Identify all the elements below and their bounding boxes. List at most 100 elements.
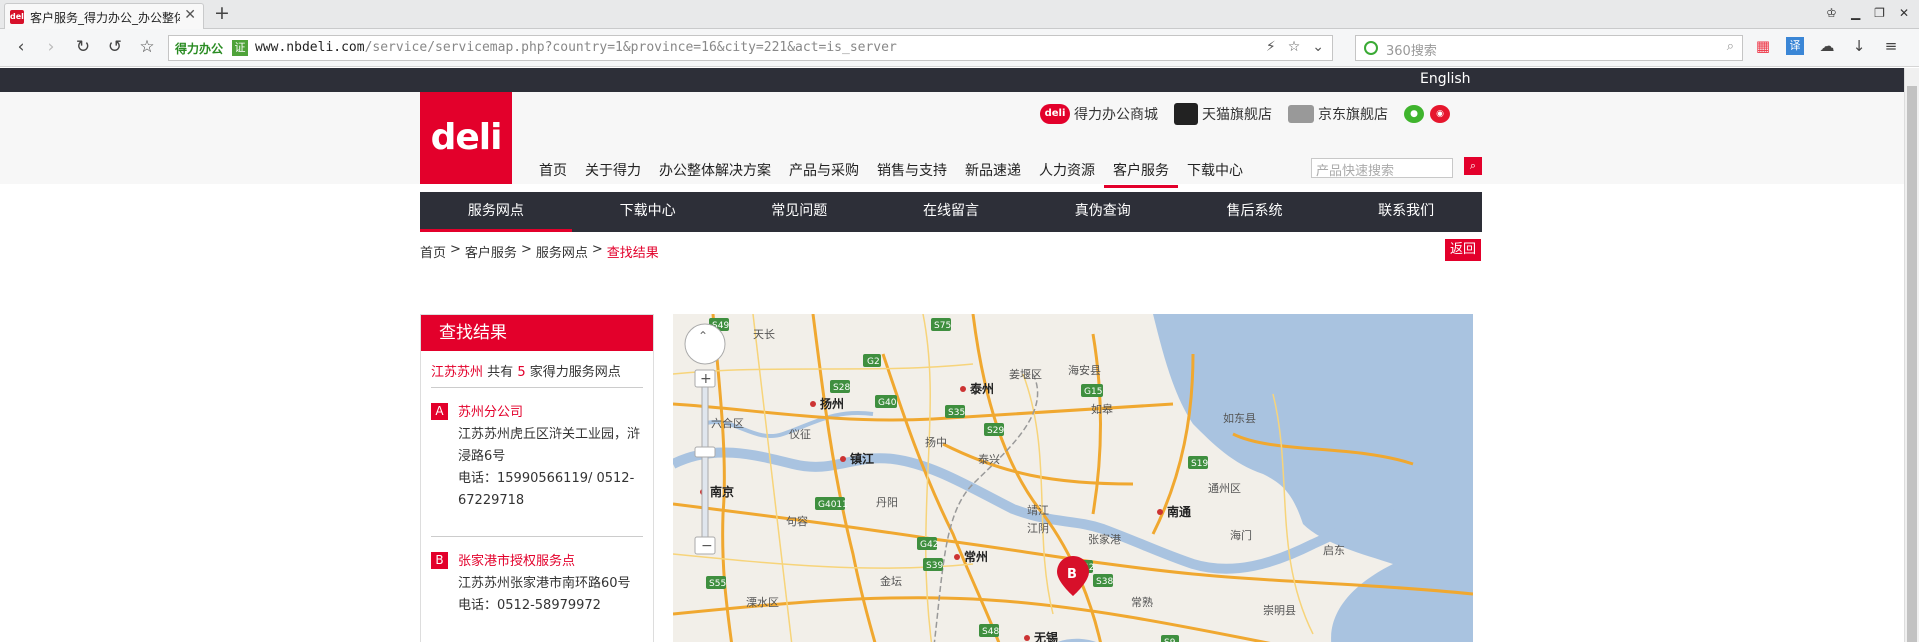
weibo-icon[interactable]: ◉ bbox=[1430, 105, 1450, 123]
town-label: 常熟 bbox=[1131, 595, 1153, 609]
security-badge[interactable]: 证 bbox=[232, 40, 248, 56]
map-canvas[interactable]: 扬州 泰州 镇江 南京 常州 南通 无锡 天长 姜堰区 海安县 如皋 如东县 六… bbox=[673, 314, 1473, 642]
town-label: 六合区 bbox=[711, 416, 744, 430]
town-label: 张家港 bbox=[1088, 532, 1121, 546]
nav-new-products[interactable]: 新品速递 bbox=[956, 158, 1030, 188]
lightning-icon[interactable]: ⚡ bbox=[1266, 39, 1276, 55]
breadcrumb-separator: > bbox=[520, 242, 532, 257]
new-tab-button[interactable]: + bbox=[214, 2, 230, 24]
address-bar-icons: ⚡ ☆ ⌄ bbox=[1266, 39, 1324, 55]
subnav-after-sales[interactable]: 售后系统 bbox=[1179, 192, 1331, 232]
city-label: 常州 bbox=[964, 549, 988, 564]
road-shield: S19 bbox=[1191, 459, 1208, 469]
subnav-downloads[interactable]: 下载中心 bbox=[572, 192, 724, 232]
search-icon[interactable]: ⌕ bbox=[1727, 39, 1734, 54]
breadcrumb-service-points[interactable]: 服务网点 bbox=[536, 242, 588, 261]
deli-logo[interactable]: deli bbox=[420, 92, 512, 184]
translate-icon[interactable]: 译 bbox=[1786, 37, 1804, 55]
menu-icon[interactable]: ≡ bbox=[1882, 37, 1900, 55]
breadcrumb-customer-service[interactable]: 客户服务 bbox=[465, 242, 517, 261]
subnav-contact[interactable]: 联系我们 bbox=[1330, 192, 1482, 232]
browser-tab[interactable]: deli 客户服务_得力办公_办公整体 ✕ bbox=[4, 3, 204, 29]
road-shield: S75 bbox=[934, 321, 951, 331]
cloud-icon[interactable]: ☁ bbox=[1818, 37, 1836, 55]
town-label: 句容 bbox=[786, 514, 808, 528]
restore-icon[interactable]: ❐ bbox=[1874, 6, 1885, 20]
product-search-button[interactable]: ⌕ bbox=[1464, 157, 1482, 175]
zoom-in-icon[interactable]: + bbox=[700, 371, 712, 387]
zoom-out-icon[interactable]: − bbox=[701, 538, 713, 554]
town-label: 泰兴 bbox=[978, 452, 1000, 466]
site-favicon: deli bbox=[10, 10, 27, 24]
town-label: 海安县 bbox=[1068, 363, 1101, 377]
town-label: 金坛 bbox=[880, 574, 902, 588]
subnav-service-points[interactable]: 服务网点 bbox=[420, 192, 572, 232]
product-search-input[interactable]: 产品快速搜索 bbox=[1311, 158, 1453, 179]
nav-customer-service[interactable]: 客户服务 bbox=[1104, 158, 1178, 188]
url-text[interactable]: www.nbdeli.com/service/servicemap.php?co… bbox=[255, 40, 897, 55]
result-region: 江苏苏州 bbox=[431, 365, 484, 380]
shop-link-jd[interactable]: 京东旗舰店 bbox=[1288, 104, 1388, 124]
nav-products[interactable]: 产品与采购 bbox=[780, 158, 868, 188]
nav-sales[interactable]: 销售与支持 bbox=[868, 158, 956, 188]
browser-toolbar: ‹ › ↻ ↺ ☆ 得力办公 证 www.nbdeli.com/service/… bbox=[0, 29, 1919, 67]
forward-icon[interactable]: › bbox=[40, 37, 62, 57]
search-placeholder: 360搜索 bbox=[1386, 44, 1437, 59]
subnav-faq[interactable]: 常见问题 bbox=[723, 192, 875, 232]
tab-title: 客户服务_得力办公_办公整体 bbox=[30, 11, 180, 25]
road-shield: S29 bbox=[987, 426, 1004, 436]
town-label: 天长 bbox=[753, 328, 775, 341]
entry-name[interactable]: 张家港市授权服务点 bbox=[458, 550, 575, 569]
breadcrumb-separator: > bbox=[450, 242, 461, 257]
web-page: English deli deli 得力办公商城 天猫旗舰店 京东旗舰店 ● ◉… bbox=[0, 68, 1904, 642]
back-icon[interactable]: ‹ bbox=[10, 37, 32, 57]
road-shield: S38 bbox=[1096, 577, 1113, 587]
result-panel: 查找结果 江苏苏州 共有 5 家得力服务网点 A 苏州分公司 江苏苏州虎丘区浒关… bbox=[420, 314, 654, 642]
chevron-down-icon[interactable]: ⌄ bbox=[1312, 39, 1324, 55]
nav-about[interactable]: 关于得力 bbox=[576, 158, 650, 188]
english-link[interactable]: English bbox=[1420, 71, 1471, 87]
map-marker-a[interactable]: A bbox=[431, 403, 448, 420]
search-box[interactable]: 360搜索 ⌕ bbox=[1355, 35, 1743, 61]
download-icon[interactable]: ↓ bbox=[1850, 37, 1868, 55]
town-label: 启东 bbox=[1323, 544, 1345, 557]
pan-arrows-icon[interactable]: ⌃ bbox=[698, 329, 708, 343]
wechat-icon[interactable]: ● bbox=[1404, 105, 1424, 123]
zoom-slider[interactable] bbox=[701, 386, 709, 538]
back-button[interactable]: 返回 bbox=[1445, 239, 1481, 261]
deli-mall-icon: deli bbox=[1040, 104, 1070, 124]
window-close-icon[interactable]: ✕ bbox=[1899, 6, 1909, 20]
address-bar[interactable]: 得力办公 证 www.nbdeli.com/service/servicemap… bbox=[168, 35, 1333, 61]
minimize-icon[interactable]: ▁ bbox=[1851, 6, 1860, 20]
shop-link-tmall[interactable]: 天猫旗舰店 bbox=[1174, 103, 1272, 125]
nav-home[interactable]: 首页 bbox=[530, 158, 576, 188]
city-label: 南京 bbox=[710, 484, 734, 499]
favorite-star-icon[interactable]: ☆ bbox=[1288, 39, 1301, 55]
town-label: 海门 bbox=[1230, 528, 1252, 542]
breadcrumb-home[interactable]: 首页 bbox=[420, 242, 446, 261]
result-count-prefix: 共有 bbox=[487, 365, 514, 380]
undo-icon[interactable]: ↺ bbox=[104, 37, 126, 57]
subnav-authenticity[interactable]: 真伪查询 bbox=[1027, 192, 1179, 232]
nav-hr[interactable]: 人力资源 bbox=[1030, 158, 1104, 188]
entry-address: 江苏苏州张家港市南环路60号 bbox=[458, 576, 631, 591]
skin-icon[interactable]: ♔ bbox=[1826, 6, 1837, 20]
nav-solutions[interactable]: 办公整体解决方案 bbox=[650, 158, 780, 188]
shop-link-deli-mall[interactable]: deli 得力办公商城 bbox=[1040, 104, 1158, 124]
zoom-handle[interactable] bbox=[694, 446, 716, 458]
town-label: 仪征 bbox=[789, 428, 811, 441]
subnav-message[interactable]: 在线留言 bbox=[875, 192, 1027, 232]
town-label: 如皋 bbox=[1091, 402, 1113, 416]
town-label: 通州区 bbox=[1208, 482, 1241, 495]
service-map[interactable]: 扬州 泰州 镇江 南京 常州 南通 无锡 天长 姜堰区 海安县 如皋 如东县 六… bbox=[673, 314, 1473, 642]
road-shield: G40 bbox=[878, 398, 897, 408]
reload-icon[interactable]: ↻ bbox=[72, 37, 94, 57]
entry-name[interactable]: 苏州分公司 bbox=[458, 401, 523, 420]
map-marker-b[interactable]: B bbox=[431, 552, 448, 569]
apps-grid-icon[interactable]: ▦ bbox=[1754, 37, 1772, 55]
scrollbar-thumb[interactable] bbox=[1907, 86, 1917, 642]
close-tab-icon[interactable]: ✕ bbox=[184, 7, 196, 23]
map-zoom-control[interactable]: ⌃ + − bbox=[684, 323, 726, 555]
nav-downloads[interactable]: 下载中心 bbox=[1178, 158, 1252, 188]
bookmark-star-icon[interactable]: ☆ bbox=[136, 37, 158, 57]
